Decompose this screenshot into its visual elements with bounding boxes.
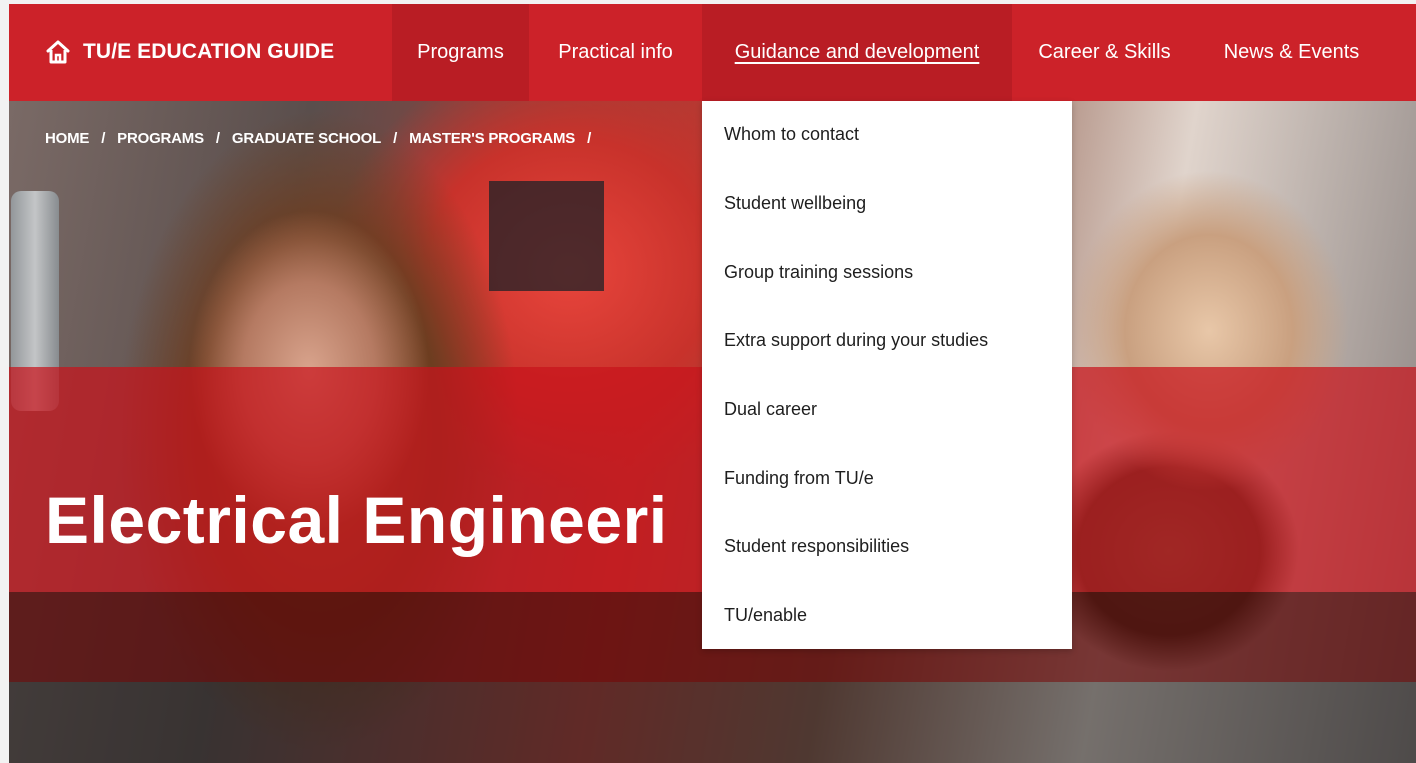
menu-item-student-responsibilities[interactable]: Student responsibilities xyxy=(724,531,909,561)
browser-viewport: TU/E EDUCATION GUIDE Programs Practical … xyxy=(9,4,1416,763)
breadcrumb-masters-programs[interactable]: MASTER'S PROGRAMS xyxy=(409,130,575,147)
menu-item-extra-support[interactable]: Extra support during your studies xyxy=(724,325,988,355)
breadcrumb-home[interactable]: HOME xyxy=(45,130,89,147)
nav-programs[interactable]: Programs xyxy=(392,4,529,101)
menu-item-student-wellbeing[interactable]: Student wellbeing xyxy=(724,188,866,218)
nav-career-skills-label: Career & Skills xyxy=(1038,41,1171,63)
page-title: Electrical Engineeri xyxy=(45,483,668,557)
breadcrumb-separator: / xyxy=(393,130,398,147)
breadcrumb-separator: / xyxy=(587,130,592,147)
nav-guidance-label: Guidance and development xyxy=(734,41,980,63)
menu-item-group-training-sessions[interactable]: Group training sessions xyxy=(724,257,913,287)
top-navigation-bar: TU/E EDUCATION GUIDE Programs Practical … xyxy=(9,4,1416,101)
home-icon xyxy=(45,39,71,65)
nav-programs-label: Programs xyxy=(417,41,504,63)
nav-news-events[interactable]: News & Events xyxy=(1197,4,1386,101)
breadcrumb-separator: / xyxy=(215,130,220,147)
nav-practical-info-label: Practical info xyxy=(558,41,673,63)
breadcrumb-separator: / xyxy=(101,130,106,147)
menu-item-dual-career[interactable]: Dual career xyxy=(724,394,817,424)
menu-item-whom-to-contact[interactable]: Whom to contact xyxy=(724,119,859,149)
brand-logo-link[interactable]: TU/E EDUCATION GUIDE xyxy=(45,36,334,68)
nav-practical-info[interactable]: Practical info xyxy=(529,4,702,101)
breadcrumb: HOME / PROGRAMS / GRADUATE SCHOOL / MAST… xyxy=(45,130,591,147)
guidance-dropdown-menu: Whom to contact Student wellbeing Group … xyxy=(702,101,1072,649)
nav-news-events-label: News & Events xyxy=(1223,41,1360,63)
breadcrumb-graduate-school[interactable]: GRADUATE SCHOOL xyxy=(232,130,381,147)
hero-photo-detail xyxy=(489,181,604,291)
hero-bottom-overlay xyxy=(9,682,1416,763)
menu-item-funding-from-tue[interactable]: Funding from TU/e xyxy=(724,463,874,493)
nav-guidance-and-development[interactable]: Guidance and development xyxy=(702,4,1012,101)
brand-name: TU/E EDUCATION GUIDE xyxy=(83,40,335,63)
menu-item-tu-enable[interactable]: TU/enable xyxy=(724,600,807,630)
breadcrumb-programs[interactable]: PROGRAMS xyxy=(117,130,204,147)
nav-career-skills[interactable]: Career & Skills xyxy=(1012,4,1197,101)
